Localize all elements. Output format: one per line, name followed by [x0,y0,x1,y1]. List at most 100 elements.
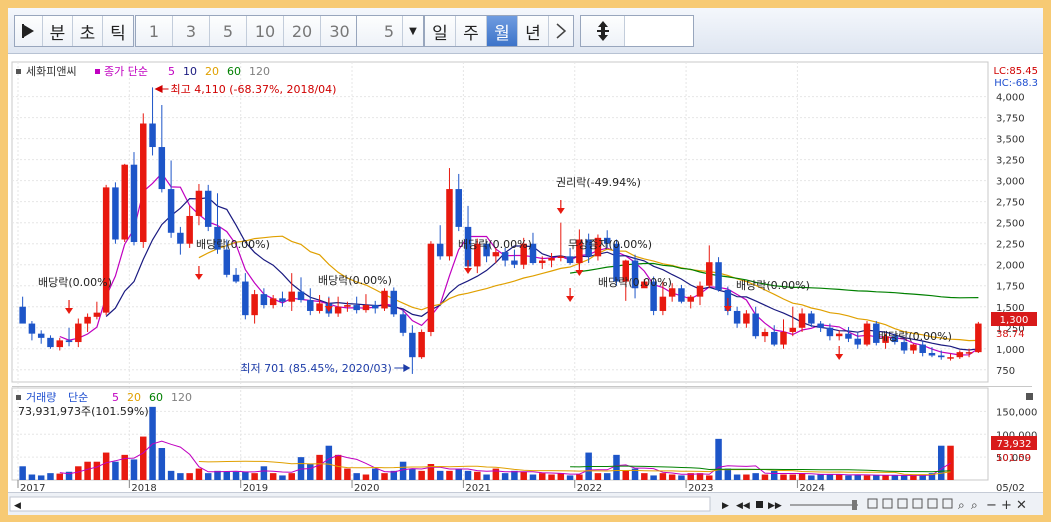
dropdown-caret-icon[interactable]: ▼ [403,16,423,46]
volume-bar [269,473,277,480]
top-right-lc: LC:85.45 [993,66,1038,77]
x-axis-end-label: 05/02 [996,483,1025,492]
x-axis-label: 2022 [577,483,602,492]
zoom-search-icon[interactable]: ⌕ [958,498,965,512]
volume-bar [260,466,268,480]
volume-badge: 73,932 [997,439,1032,450]
period-button-year[interactable]: 년 [518,16,549,46]
vertical-expand-icon[interactable] [581,16,625,46]
play-icon[interactable]: ▶ [722,501,729,511]
volume-pct-badge: 101.59 [996,453,1031,464]
fast-forward-icon[interactable]: ▶▶ [768,501,782,511]
event-annotation: 배당락(0.00%) [598,276,672,289]
event-annotation: 배당락(0.00%) [318,274,392,287]
volume-bar [678,475,685,480]
high-note: 최고 4,110 (-68.37%, 2018/04) [171,83,337,96]
stop-icon[interactable] [756,501,763,508]
volume-bar [501,473,509,480]
unit-button-group: 분 초 틱 [14,15,134,47]
event-annotation: 배당락(0.00%) [736,279,810,292]
chevron-right-icon[interactable] [549,16,573,46]
volume-bar [455,468,462,480]
stock-name: 세화피앤씨 [26,65,77,78]
volume-bar [882,475,889,480]
candle [715,257,722,292]
candle [112,182,119,244]
zoom-search-icon-2[interactable]: ⌕ [971,498,978,512]
ma-legend-label: 20 [205,65,219,78]
period-button-day[interactable]: 일 [425,16,456,46]
event-annotation: 배당락(0.00%) [878,330,952,343]
period-button-month[interactable]: 월 [487,16,518,46]
volume-bar [474,471,481,480]
volume-bar [242,471,249,480]
interval-button-3[interactable]: 3 [173,16,210,46]
top-right-hc: HC:-68.3 [994,78,1038,89]
crosshair-icon[interactable]: ✕ [1016,498,1027,513]
rewind-icon[interactable]: ◀◀ [736,501,750,511]
interval-button-20[interactable]: 20 [284,16,321,46]
volume-bar [826,474,834,480]
volume-legend-prefix: 단순 [68,391,88,404]
horizontal-scrollbar[interactable] [9,496,711,512]
volume-bar [613,454,620,480]
volume-bar [223,471,231,480]
price-y-tick: 2,750 [996,198,1025,209]
panel-close-icon[interactable] [1026,393,1033,400]
interval-button-5[interactable]: 5 [210,16,247,46]
volume-bar [353,473,360,480]
count-value[interactable]: 5 [357,16,403,46]
price-y-tick: 3,000 [996,177,1025,188]
pct-badge: 38.74 [996,329,1025,340]
volume-bar [204,473,212,480]
bottom-scroll-bar: ◀ ▶ ◀◀ ▶▶ ⌕ ⌕ − + ✕ [8,492,1043,515]
volume-bar [19,466,26,480]
volume-bar [715,438,722,480]
price-y-tick: 2,250 [996,240,1025,251]
candle [121,163,128,243]
interval-button-30[interactable]: 30 [321,16,358,46]
chart-icon[interactable] [867,498,953,509]
interval-button-1[interactable]: 1 [136,16,173,46]
volume-bar [539,473,546,480]
zoom-slider-icon[interactable] [790,500,858,510]
count-selector[interactable]: 5 ▼ [356,15,424,47]
ma-legend-label: 60 [227,65,241,78]
volume-bar [334,454,342,480]
volume-bar [641,473,648,480]
volume-bar [752,473,759,480]
scroll-left-icon[interactable]: ◀ [14,501,21,511]
expand-blank-field[interactable] [625,16,693,46]
zoom-minus-icon[interactable]: − [986,498,997,513]
x-axis-label: 2019 [243,483,268,492]
x-axis-label: 2020 [354,483,379,492]
period-button-group: 일 주 월 년 [424,15,574,47]
volume-bar [112,461,119,480]
interval-button-10[interactable]: 10 [247,16,284,46]
price-y-tick: 1,000 [996,345,1025,356]
zoom-plus-icon[interactable]: + [1001,498,1012,513]
volume-bar [576,474,583,480]
volume-bar [344,468,351,480]
candle [390,287,398,317]
event-annotation: 권리락(-49.94%) [556,176,641,189]
x-axis-label: 2017 [20,483,45,492]
unit-button-second[interactable]: 초 [73,16,103,46]
play-triangle-icon[interactable] [15,16,43,46]
current-volume: 73,931,973주(101.59%) [18,405,149,418]
candle [427,241,435,337]
chart-window: 분 초 틱 1 3 5 10 20 30 5 ▼ 일 주 월 년 4,000 3… [8,8,1043,515]
volume-bar [845,475,852,480]
unit-button-minute[interactable]: 분 [43,16,73,46]
volume-bar [817,474,824,480]
period-button-week[interactable]: 주 [456,16,487,46]
volume-bar [733,474,741,480]
price-y-tick: 2,000 [996,261,1025,272]
volume-bar [557,473,565,480]
volume-bar [724,468,732,480]
volume-bar [436,470,444,480]
volume-bar [780,474,787,480]
unit-button-tick[interactable]: 틱 [103,16,133,46]
volume-bar [798,473,806,480]
candle [975,321,982,353]
